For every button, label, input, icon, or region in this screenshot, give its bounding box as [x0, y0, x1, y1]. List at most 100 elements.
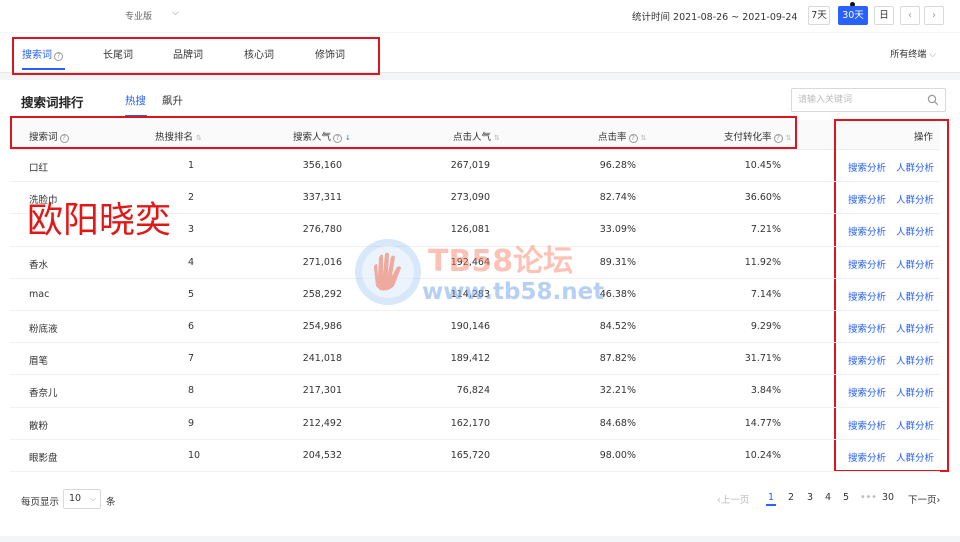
page-2-button[interactable]: 2 [788, 492, 794, 503]
prev-page-button[interactable]: ‹上一页 [717, 492, 749, 506]
crowd-analysis-link[interactable]: 人群分析 [896, 192, 934, 206]
terminal-select[interactable]: 所有终端 ⌵ [890, 47, 936, 60]
cell-rank: 2 [188, 192, 195, 204]
prev-date-button[interactable]: ‹ [900, 6, 920, 25]
table-row: 口红 1 356,160 267,019 96.28% 10.45% 搜索分析 人群分析 [10, 150, 940, 183]
page-5-button[interactable]: 5 [843, 492, 849, 503]
cell-cvr: 11.92% [744, 256, 781, 268]
page-30-button[interactable]: 30 [882, 492, 894, 503]
cell-word: 香奈儿 [29, 388, 58, 400]
cell-search-pop: 241,018 [302, 353, 342, 365]
search-analysis-link[interactable]: 搜索分析 [848, 160, 886, 174]
chevron-down-icon[interactable]: ⌵ [172, 8, 179, 18]
crowd-analysis-link[interactable]: 人群分析 [896, 321, 934, 335]
terminal-label: 所有终端 [890, 50, 927, 60]
cell-word: 粉底液 [29, 323, 58, 335]
next-page-button[interactable]: 下一页› [908, 492, 940, 506]
range-7d-button[interactable]: 7天 [808, 6, 830, 25]
crowd-analysis-link[interactable]: 人群分析 [896, 353, 934, 367]
search-analysis-link[interactable]: 搜索分析 [848, 353, 886, 367]
cell-rank: 5 [188, 288, 195, 300]
cell-word: 散粉 [29, 420, 49, 432]
cell-search-pop: 204,532 [302, 449, 342, 461]
range-day-button[interactable]: 日 [874, 6, 894, 25]
watermark-title: TB58论坛 [428, 244, 574, 279]
overlay-author-name: 欧阳晓奕 [27, 200, 172, 241]
cell-word: 眼影盘 [29, 452, 58, 464]
table-row: 眉笔 7 241,018 189,412 87.82% 31.71% 搜索分析 人群分析 [10, 343, 940, 376]
top-bar: 专业版 ⌵ 统计时间 2021-08-26 ~ 2021-09-24 7天 30… [0, 0, 960, 32]
search-analysis-link[interactable]: 搜索分析 [848, 450, 886, 464]
chevron-right-icon: › [932, 10, 936, 21]
cell-search-pop: 271,016 [302, 256, 342, 268]
search-analysis-link[interactable]: 搜索分析 [848, 224, 886, 238]
cell-search-pop: 337,311 [302, 192, 342, 204]
cell-cvr: 10.24% [744, 449, 781, 461]
cell-cvr: 31.71% [744, 353, 781, 365]
cell-rank: 7 [188, 353, 195, 365]
page-3-button[interactable]: 3 [807, 492, 813, 503]
search-analysis-link[interactable]: 搜索分析 [848, 192, 886, 206]
page-4-button[interactable]: 4 [825, 492, 831, 503]
cell-search-pop: 254,986 [302, 320, 342, 332]
page-size-value: 10 [69, 493, 82, 504]
cell-click-pop: 162,170 [450, 417, 490, 429]
page-ellipsis[interactable]: ••• [860, 492, 877, 503]
cell-cvr: 7.14% [750, 288, 781, 300]
cell-rank: 8 [188, 385, 195, 397]
search-analysis-link[interactable]: 搜索分析 [848, 289, 886, 303]
cell-ctr: 84.52% [599, 320, 636, 332]
cell-word: 眉笔 [29, 356, 49, 368]
subtab-rising[interactable]: 飙升 [162, 93, 183, 108]
cell-click-pop: 267,019 [450, 160, 490, 171]
watermark-url: www.tb58.net [422, 279, 605, 305]
annotation-box-header [10, 116, 797, 149]
edition-label[interactable]: 专业版 [125, 9, 152, 22]
crowd-analysis-link[interactable]: 人群分析 [896, 385, 934, 399]
cell-rank: 1 [188, 160, 195, 171]
cell-click-pop: 165,720 [450, 449, 490, 461]
cell-ctr: 33.09% [599, 224, 636, 236]
search-analysis-link[interactable]: 搜索分析 [848, 418, 886, 432]
search-icon[interactable] [927, 94, 939, 106]
crowd-analysis-link[interactable]: 人群分析 [896, 418, 934, 432]
cell-ctr: 87.82% [599, 353, 636, 365]
table-row: 粉底液 6 254,986 190,146 84.52% 9.29% 搜索分析 人群分析 [10, 311, 940, 344]
chevron-left-icon: ‹ [908, 10, 912, 21]
cell-click-pop: 76,824 [456, 385, 490, 397]
search-analysis-link[interactable]: 搜索分析 [848, 321, 886, 335]
crowd-analysis-link[interactable]: 人群分析 [896, 289, 934, 303]
page-size-select[interactable]: 10 ⌵ [63, 489, 101, 509]
cell-rank: 4 [188, 256, 195, 268]
cell-cvr: 10.45% [744, 160, 781, 171]
crowd-analysis-link[interactable]: 人群分析 [896, 224, 934, 238]
cell-rank: 3 [188, 224, 195, 236]
cell-search-pop: 212,492 [302, 417, 342, 429]
crowd-analysis-link[interactable]: 人群分析 [896, 160, 934, 174]
crowd-analysis-link[interactable]: 人群分析 [896, 450, 934, 464]
cell-click-pop: 126,081 [450, 224, 490, 236]
cell-ctr: 46.38% [599, 288, 636, 300]
cell-word: 香水 [29, 259, 49, 271]
crowd-analysis-link[interactable]: 人群分析 [896, 257, 934, 271]
cell-cvr: 14.77% [744, 417, 781, 429]
cell-search-pop: 217,301 [302, 385, 342, 397]
chevron-down-icon: ⌵ [929, 50, 936, 60]
next-date-button[interactable]: › [924, 6, 944, 25]
cell-ctr: 82.74% [599, 192, 636, 204]
cell-search-pop: 276,780 [302, 224, 342, 236]
search-analysis-link[interactable]: 搜索分析 [848, 385, 886, 399]
stat-period-label: 统计时间 2021-08-26 ~ 2021-09-24 [632, 12, 798, 23]
page-1-button[interactable]: 1 [766, 492, 777, 506]
search-analysis-link[interactable]: 搜索分析 [848, 257, 886, 271]
cell-search-pop: 356,160 [302, 160, 342, 171]
word-type-tabs: 搜索词? 长尾词 品牌词 核心词 修饰词 所有终端 ⌵ [0, 33, 960, 75]
range-30d-button[interactable]: 30天 [838, 6, 868, 25]
cell-cvr: 9.29% [750, 320, 781, 332]
keyword-search-box[interactable] [791, 88, 946, 112]
search-word-ranking-card: 搜索词排行 热搜 飙升 搜索词? 热搜排名⇅ 搜索人气?↓ 点击人气⇅ 点击率?… [0, 80, 960, 536]
subtab-hot[interactable]: 热搜 [125, 93, 146, 108]
prev-page-label: 上一页 [720, 495, 750, 506]
keyword-search-input[interactable] [798, 93, 923, 107]
cell-ctr: 84.68% [599, 417, 636, 429]
